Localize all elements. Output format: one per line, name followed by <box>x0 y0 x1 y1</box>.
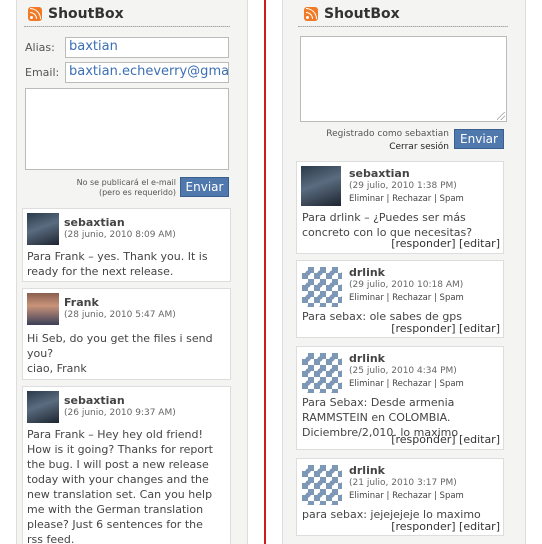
moderation-links[interactable]: Eliminar | Rechazar | Spam <box>349 379 464 389</box>
shout-item: drlink (21 julio, 2010 3:17 PM) Eliminar… <box>296 458 504 536</box>
note-line-1: No se publicará el e-mail <box>76 178 176 187</box>
avatar <box>27 293 59 325</box>
shout-date: (29 julio, 2010 1:38 PM) <box>349 181 457 191</box>
login-status: Registrado como sebaxtian Cerrar sesión <box>300 128 449 154</box>
shout-date: (28 junio, 2010 8:09 AM) <box>64 230 176 240</box>
shout-date: (25 julio, 2010 4:34 PM) <box>349 366 457 376</box>
message-textarea[interactable] <box>25 88 229 170</box>
edit-link[interactable]: [editar] <box>459 237 500 250</box>
alias-input[interactable]: baxtian <box>65 37 229 58</box>
registered-as-text: Registrado como sebaxtian <box>326 129 449 139</box>
rss-feed-icon[interactable] <box>28 7 42 21</box>
shout-date: (29 julio, 2010 10:18 AM) <box>349 280 464 290</box>
email-privacy-note: No se publicará el e-mail (pero es reque… <box>50 178 176 198</box>
send-button[interactable]: Enviar <box>180 177 229 197</box>
left-widget-title: ShoutBox <box>28 4 124 24</box>
email-label: Email: <box>25 66 60 79</box>
note-line-2: (pero es requerido) <box>98 188 176 197</box>
resize-grip-icon[interactable] <box>497 112 505 120</box>
shout-message: Para Frank – Hey hey old friend! How is … <box>27 428 213 544</box>
shout-message: Para Frank – yes. Thank you. It is ready… <box>27 250 208 278</box>
email-input[interactable]: baxtian.echeverry@gma <box>65 62 229 83</box>
identicon-avatar <box>302 353 342 393</box>
reply-link[interactable]: [responder] <box>391 237 455 250</box>
identicon-avatar <box>302 267 342 307</box>
message-textarea[interactable] <box>300 36 507 122</box>
rss-feed-icon[interactable] <box>304 7 318 21</box>
avatar <box>27 213 59 245</box>
right-widget-title: ShoutBox <box>304 4 400 24</box>
identicon-avatar <box>302 465 342 505</box>
moderation-links[interactable]: Eliminar | Rechazar | Spam <box>349 194 464 204</box>
edit-link[interactable]: [editar] <box>459 322 500 335</box>
shout-author[interactable]: sebaxtian <box>64 216 125 229</box>
shout-author[interactable]: drlink <box>349 352 385 365</box>
shout-author[interactable]: drlink <box>349 464 385 477</box>
shout-date: (26 junio, 2010 9:37 AM) <box>64 408 176 418</box>
shout-actions: [responder] [editar] <box>391 322 500 335</box>
shout-item: sebaxtian (26 junio, 2010 9:37 AM) Para … <box>22 386 231 544</box>
avatar <box>301 166 341 206</box>
panel-divider <box>264 0 266 544</box>
shout-actions: [responder] [editar] <box>391 520 500 533</box>
shout-item: sebaxtian (29 julio, 2010 1:38 PM) Elimi… <box>296 161 504 254</box>
shout-date: (21 julio, 2010 3:17 PM) <box>349 478 457 488</box>
avatar <box>27 391 59 423</box>
edit-link[interactable]: [editar] <box>459 433 500 446</box>
reply-link[interactable]: [responder] <box>391 322 455 335</box>
shout-message: Hi Seb, do you get the files i send you?… <box>27 332 213 375</box>
shout-item: Frank (28 junio, 2010 5:47 AM) Hi Seb, d… <box>22 288 231 380</box>
shout-date: (28 junio, 2010 5:47 AM) <box>64 310 176 320</box>
reply-link[interactable]: [responder] <box>391 520 455 533</box>
moderation-links[interactable]: Eliminar | Rechazar | Spam <box>349 491 464 501</box>
edit-link[interactable]: [editar] <box>459 520 500 533</box>
send-button[interactable]: Enviar <box>454 129 504 149</box>
reply-link[interactable]: [responder] <box>391 433 455 446</box>
shout-author[interactable]: sebaxtian <box>64 394 125 407</box>
shout-item: drlink (29 julio, 2010 10:18 AM) Elimina… <box>296 260 504 338</box>
title-divider <box>24 26 230 27</box>
shout-message: Para drlink – ¿Puedes ser más concreto c… <box>302 211 473 239</box>
shout-item: drlink (25 julio, 2010 4:34 PM) Eliminar… <box>296 346 504 450</box>
widget-title-text: ShoutBox <box>48 6 124 22</box>
widget-title-text: ShoutBox <box>324 6 400 22</box>
shout-item: sebaxtian (28 junio, 2010 8:09 AM) Para … <box>22 208 231 282</box>
shout-author[interactable]: sebaxtian <box>349 167 410 180</box>
shout-author[interactable]: Frank <box>64 296 99 309</box>
alias-label: Alias: <box>25 41 55 54</box>
moderation-links[interactable]: Eliminar | Rechazar | Spam <box>349 293 464 303</box>
shout-actions: [responder] [editar] <box>391 433 500 446</box>
shout-actions: [responder] [editar] <box>391 237 500 250</box>
logout-link[interactable]: Cerrar sesión <box>300 141 449 154</box>
shout-author[interactable]: drlink <box>349 266 385 279</box>
title-divider <box>298 26 508 27</box>
